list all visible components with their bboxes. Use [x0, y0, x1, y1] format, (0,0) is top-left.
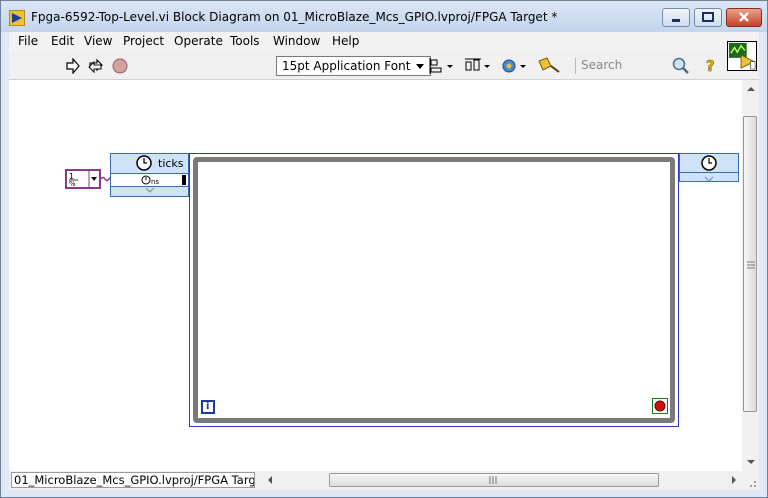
maximize-icon	[702, 12, 714, 22]
scroll-down-icon[interactable]	[742, 455, 759, 469]
labview-window: Fpga-6592-Top-Level.vi Block Diagram on …	[0, 0, 768, 498]
horizontal-scroll-thumb[interactable]	[329, 473, 659, 487]
menu-window[interactable]: Window	[273, 34, 320, 48]
window-title: Fpga-6592-Top-Level.vi Block Diagram on …	[31, 10, 558, 24]
output-expand-area[interactable]	[680, 172, 738, 182]
menu-file[interactable]: File	[18, 34, 38, 48]
h-grip-icon	[489, 476, 497, 484]
menu-tools[interactable]: Tools	[230, 34, 260, 48]
ticks-label: ticks	[158, 157, 184, 170]
clock-icon	[136, 155, 152, 171]
labview-app-icon	[9, 10, 25, 26]
maximize-button[interactable]	[694, 8, 722, 27]
reorder-icon[interactable]	[500, 56, 528, 76]
toolbar: 15pt Application Font Search ?	[9, 52, 759, 80]
svg-text:?: ?	[706, 57, 715, 75]
menu-view[interactable]: View	[84, 34, 112, 48]
resize-grip-icon[interactable]	[742, 471, 759, 490]
svg-text:%: %	[69, 180, 76, 187]
minimize-icon	[672, 19, 680, 22]
distribute-objects-icon[interactable]	[464, 57, 492, 75]
vertical-scroll-thumb[interactable]	[743, 116, 757, 412]
iteration-terminal[interactable]: i	[201, 400, 215, 414]
clock-output-icon	[701, 155, 717, 171]
expand-chevron-right-icon	[704, 176, 714, 182]
stop-icon	[654, 400, 666, 412]
timer-terminal-glyph: ns	[141, 175, 186, 186]
menu-help[interactable]: Help	[332, 34, 359, 48]
menu-edit[interactable]: Edit	[51, 34, 74, 48]
run-arrow-icon[interactable]	[65, 58, 81, 74]
font-select-value: 15pt Application Font	[282, 59, 411, 73]
svg-text:ns: ns	[151, 178, 159, 186]
block-diagram-canvas[interactable]: 1 % ticks ns i	[9, 80, 742, 471]
expand-chevron-icon[interactable]	[111, 186, 188, 196]
iteration-label: i	[206, 401, 210, 412]
vertical-scrollbar[interactable]	[742, 80, 759, 471]
timed-sequence-input-node[interactable]: ticks ns	[110, 153, 189, 197]
constant-glyph: 1 %	[69, 171, 97, 187]
search-icon[interactable]	[671, 56, 691, 76]
font-select[interactable]: 15pt Application Font	[276, 56, 431, 76]
align-objects-icon[interactable]	[429, 57, 455, 75]
while-loop[interactable]: i	[193, 157, 675, 423]
chevron-down-icon	[416, 64, 424, 69]
abort-execution-icon[interactable]	[111, 57, 129, 75]
scroll-left-icon[interactable]	[263, 471, 277, 490]
vi-icon[interactable]	[727, 41, 757, 71]
help-icon[interactable]: ?	[703, 56, 719, 76]
menu-operate[interactable]: Operate	[174, 34, 223, 48]
project-target-path[interactable]: 01_MicroBlaze_Mcs_GPIO.lvproj/FPGA Targe…	[11, 472, 255, 488]
run-continuously-icon[interactable]	[87, 57, 105, 75]
timing-input-terminal[interactable]: ns	[111, 173, 188, 187]
menu-project[interactable]: Project	[123, 34, 164, 48]
menu-bar: File Edit View Project Operate Tools Win…	[9, 32, 759, 52]
status-bar: 01_MicroBlaze_Mcs_GPIO.lvproj/FPGA Targe…	[9, 471, 759, 490]
title-bar[interactable]: Fpga-6592-Top-Level.vi Block Diagram on …	[1, 1, 767, 32]
timing-source-constant[interactable]: 1 %	[65, 169, 101, 189]
close-button[interactable]	[726, 8, 762, 27]
close-icon	[739, 12, 749, 22]
search-input[interactable]: Search	[581, 58, 622, 72]
horizontal-scrollbar[interactable]	[259, 471, 742, 490]
timed-sequence-output-node[interactable]	[679, 153, 739, 182]
loop-condition-terminal[interactable]	[652, 398, 668, 414]
grip-icon	[747, 261, 755, 269]
cleanup-diagram-icon[interactable]	[537, 55, 563, 75]
minimize-button[interactable]	[662, 8, 690, 27]
search-separator	[575, 58, 576, 74]
scroll-right-icon[interactable]	[727, 471, 741, 490]
scroll-up-icon[interactable]	[742, 82, 759, 96]
